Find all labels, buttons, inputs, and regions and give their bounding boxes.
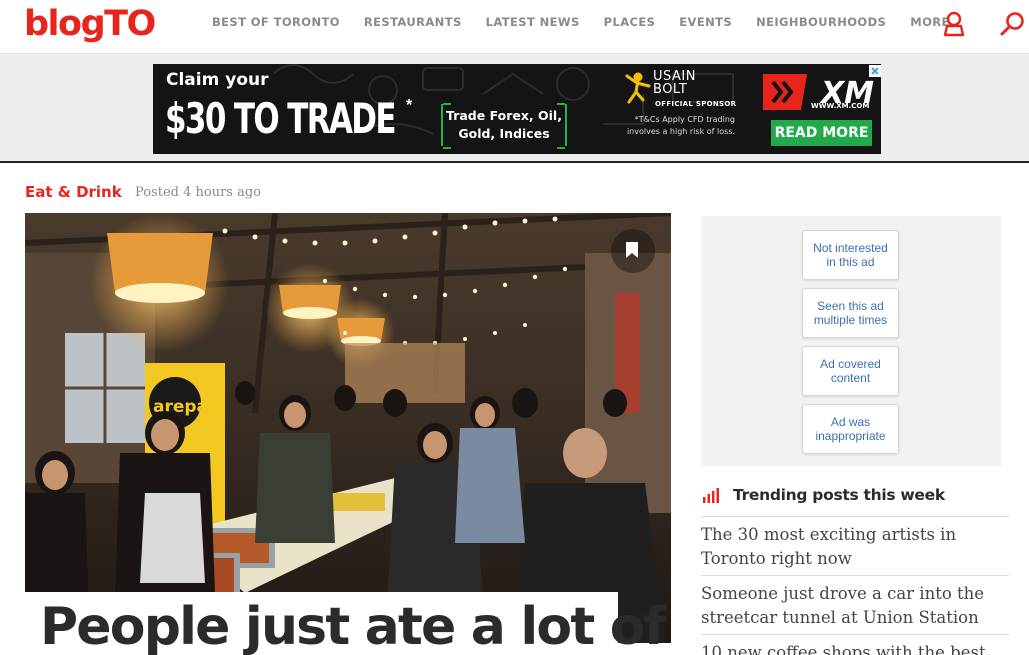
search-icon[interactable] [998,10,1026,38]
trending-title: Trending posts this week [733,486,945,504]
headline-container: People just ate a lot of [25,592,666,655]
ad-feedback-covered-content[interactable]: Ad covered content [802,346,899,396]
sidebar-ad-slot: Not interested in this ad Seen this ad m… [701,216,1001,466]
site-logo[interactable]: blogTO [24,2,156,46]
ad-usain-bolt: USAIN BOLT [653,70,696,96]
trending-item[interactable]: Someone just drove a car into the street… [701,576,1009,635]
trending-item[interactable]: The 30 most exciting artists in Toronto … [701,517,1009,576]
ad-xm-url: WWW.XM.COM [811,102,870,110]
main-nav: BEST OF TORONTO RESTAURANTS LATEST NEWS … [200,0,962,44]
ad-asterisk: * [406,97,413,114]
market-scene-illustration: arepa [25,213,671,643]
user-icon[interactable] [942,11,966,37]
lightning-pose-icon [625,72,651,104]
article-category[interactable]: Eat & Drink [25,183,122,201]
ad-feedback-not-interested[interactable]: Not interested in this ad [802,230,899,280]
top-ad-band: Claim your $30 TO TRADE * Trade Forex, O… [0,54,1029,163]
ad-instruments-text: Trade Forex, Oil, Gold, Indices [441,103,567,149]
trending-header: Trending posts this week [701,483,945,507]
article-timestamp: Posted 4 hours ago [135,185,261,200]
bookmark-icon [626,242,638,258]
ad-claim-text: Claim your [166,70,269,90]
nav-latest-news[interactable]: LATEST NEWS [474,15,592,29]
nav-events[interactable]: EVENTS [667,15,744,29]
ad-bolt-text: BOLT [653,82,688,97]
nav-places[interactable]: PLACES [592,15,668,29]
nav-best-of-toronto[interactable]: BEST OF TORONTO [200,15,352,29]
article-headline[interactable]: People just ate a lot of [40,597,666,655]
nav-restaurants[interactable]: RESTAURANTS [352,15,474,29]
ad-sponsor-text: OFFICIAL SPONSOR [655,100,737,108]
ad-feedback-seen-multiple[interactable]: Seen this ad multiple times [802,288,899,338]
ad-feedback-inappropriate[interactable]: Ad was inappropriate [802,404,899,454]
hero-photo: arepa [25,213,671,643]
bookmark-button[interactable] [611,229,655,273]
ad-amount-text: $30 TO TRADE [165,94,397,143]
banner-ad[interactable]: Claim your $30 TO TRADE * Trade Forex, O… [153,64,881,154]
trending-list: The 30 most exciting artists in Toronto … [701,516,1009,655]
ad-close-icon[interactable] [869,65,881,77]
nav-neighbourhoods[interactable]: NEIGHBOURHOODS [744,15,898,29]
trending-item[interactable]: 10 new coffee shops with the best [701,635,1009,655]
site-header: blogTO BEST OF TORONTO RESTAURANTS LATES… [0,0,1029,54]
ad-read-more-button[interactable]: READ MORE [771,120,872,146]
trending-bars-icon [703,488,719,503]
ad-disclaimer-text: *T&Cs Apply CFD trading involves a high … [626,115,735,136]
